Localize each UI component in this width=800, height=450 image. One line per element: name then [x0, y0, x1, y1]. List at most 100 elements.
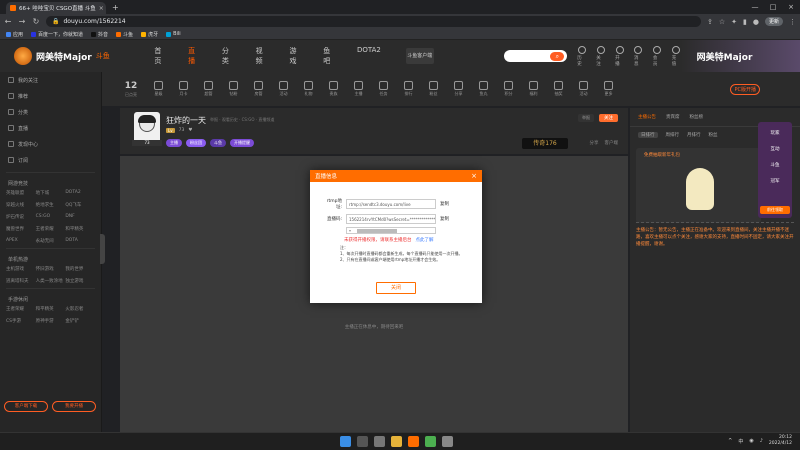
category-link[interactable]: 和平精英 [65, 226, 95, 232]
header-icon-item[interactable]: 开播 [615, 45, 624, 67]
feature-item[interactable]: 分享 [446, 81, 471, 97]
category-link[interactable]: 人类一败涂地 [36, 278, 66, 284]
wifi-icon[interactable]: ◉ [749, 438, 753, 444]
feature-item[interactable]: 钻粉 [221, 81, 246, 97]
room-tag[interactable]: 主播 [166, 139, 182, 147]
feature-item[interactable]: 排行 [396, 81, 421, 97]
feature-item[interactable]: 礼物 [296, 81, 321, 97]
nav-link[interactable]: 分类 [222, 46, 236, 66]
category-link[interactable]: DNF [65, 214, 95, 220]
category-link[interactable]: 金铲铲 [65, 318, 95, 324]
category-link[interactable]: 独立游戏 [65, 278, 95, 284]
clock[interactable]: 20:12 2022/4/12 [769, 435, 792, 447]
sidebar-item[interactable]: 直播 [0, 120, 101, 136]
share-link[interactable]: 客户端 [605, 140, 619, 146]
share-link[interactable]: 分享 [590, 140, 599, 146]
new-tab-icon[interactable]: + [112, 2, 119, 14]
feature-item[interactable]: 抽奖 [546, 81, 571, 97]
start-stream-button[interactable]: 我要开播 [52, 401, 96, 412]
claim-button[interactable]: 前往领取 [760, 206, 790, 214]
search-icon[interactable]: ⌕ [550, 51, 565, 61]
header-icon-item[interactable]: 关注 [596, 45, 605, 67]
menu-icon[interactable]: ⋮ [789, 18, 796, 26]
feature-item[interactable]: 活动 [571, 81, 596, 97]
dialog-close-icon[interactable]: × [471, 172, 477, 180]
bookmark-item[interactable]: 抖音 [91, 31, 108, 38]
category-link[interactable]: 炉石传说 [6, 214, 36, 220]
room-tag[interactable]: 开播提醒 [230, 139, 254, 147]
feature-item[interactable]: 月卡 [171, 81, 196, 97]
reload-icon[interactable]: ↻ [32, 17, 40, 26]
maximize-icon[interactable]: □ [764, 0, 782, 14]
category-link[interactable]: 主机游戏 [6, 266, 36, 272]
sidebar-item[interactable]: 发现中心 [0, 136, 101, 152]
share-icon[interactable]: ⇪ [707, 18, 713, 26]
settings-icon[interactable] [442, 436, 453, 447]
chrome-icon[interactable] [425, 436, 436, 447]
download-client-button[interactable]: 斗鱼客户端 [405, 48, 434, 64]
category-link[interactable]: 王者荣耀 [6, 306, 36, 312]
rank-tab[interactable]: 日排行 [638, 132, 658, 138]
category-link[interactable]: 地下城 [36, 190, 66, 196]
category-link[interactable]: 魔兽世界 [6, 226, 36, 232]
feature-item[interactable]: 活动 [271, 81, 296, 97]
header-icon-item[interactable]: 充值 [672, 45, 681, 67]
streamer-avatar[interactable]: 73 [132, 112, 162, 146]
category-link[interactable]: CS手游 [6, 318, 36, 324]
chevron-up-icon[interactable]: ^ [728, 438, 732, 444]
nav-link[interactable]: 视频 [256, 46, 270, 66]
rank-tab[interactable]: 周排行 [666, 132, 680, 138]
category-link[interactable]: 原神手游 [36, 318, 66, 324]
category-link[interactable]: DOTA2 [65, 190, 95, 196]
browser-tab[interactable]: 66+ 哇哇宝贝 CSGO直播 斗鱼 × [6, 2, 106, 14]
key-input[interactable]: 1562214rvYtCMd0?wsSecret=************** [346, 214, 436, 224]
room-tag[interactable]: 粉丝团 [186, 139, 206, 147]
follow-button[interactable]: 关注 [599, 114, 618, 122]
category-link[interactable]: 火影忍者 [65, 306, 95, 312]
category-link[interactable]: 我的世界 [65, 266, 95, 272]
learn-more-link[interactable]: 点此了解 [416, 238, 434, 243]
back-icon[interactable]: ← [4, 17, 12, 26]
sidebar-item[interactable]: 推荐 [0, 88, 101, 104]
copy-key-button[interactable]: 复制 [440, 216, 449, 222]
pc-stream-button[interactable]: PC版开播 [730, 83, 760, 95]
site-logo[interactable]: 网美特Major 斗鱼 [0, 40, 114, 72]
panel-tab[interactable]: 主播公告 [638, 114, 656, 120]
category-link[interactable]: 穿越火线 [6, 202, 36, 208]
feature-item[interactable]: 任务 [371, 81, 396, 97]
panel-tab[interactable]: 粉丝榜 [690, 114, 704, 120]
douyu-app-icon[interactable] [408, 436, 419, 447]
update-button[interactable]: 更新 [764, 17, 783, 26]
feature-item[interactable]: 福利 [521, 81, 546, 97]
promo-card[interactable]: 免费抽取新年礼包 [636, 148, 761, 223]
category-link[interactable]: DOTA [65, 238, 95, 244]
nav-link[interactable]: DOTA2 [357, 46, 381, 66]
report-button[interactable]: 举报 [578, 114, 594, 122]
category-link[interactable]: 怀旧游戏 [36, 266, 66, 272]
sidebar-collapse-handle[interactable] [100, 234, 105, 264]
nav-link[interactable]: 游戏 [289, 46, 303, 66]
header-icon-item[interactable]: 会员 [653, 45, 662, 67]
bookmark-item[interactable]: Bili [166, 31, 181, 37]
sidebar-item[interactable]: 我的关注 [0, 72, 101, 88]
bookmark-item[interactable]: 百度一下，你就知道 [31, 31, 83, 38]
client-download-button[interactable]: 客户端下载 [4, 401, 48, 412]
feature-item[interactable]: 粉丝 [421, 81, 446, 97]
taskview-icon[interactable] [374, 436, 385, 447]
feature-item[interactable]: 更多 [596, 81, 621, 97]
explorer-icon[interactable] [391, 436, 402, 447]
minimize-icon[interactable]: — [746, 0, 764, 14]
feature-item[interactable]: 星级 [146, 81, 171, 97]
rtmp-input[interactable]: rtmp://sendtc3.douyu.com/live [346, 199, 436, 209]
major-banner[interactable]: 网美特Major [680, 40, 800, 72]
forward-icon[interactable]: → [18, 17, 26, 26]
profile-icon[interactable]: ● [753, 18, 759, 26]
feature-item[interactable]: 积分 [496, 81, 521, 97]
feature-item[interactable]: 贵族 [321, 81, 346, 97]
feature-item[interactable]: 鱼丸 [471, 81, 496, 97]
bookmark-item[interactable]: 应用 [6, 31, 23, 38]
category-link[interactable]: APEX [6, 238, 36, 244]
copy-rtmp-button[interactable]: 复制 [440, 201, 449, 207]
key-select[interactable]: ▾ [346, 227, 436, 234]
address-input[interactable]: 🔒 douyu.com/1562214 [46, 16, 701, 27]
